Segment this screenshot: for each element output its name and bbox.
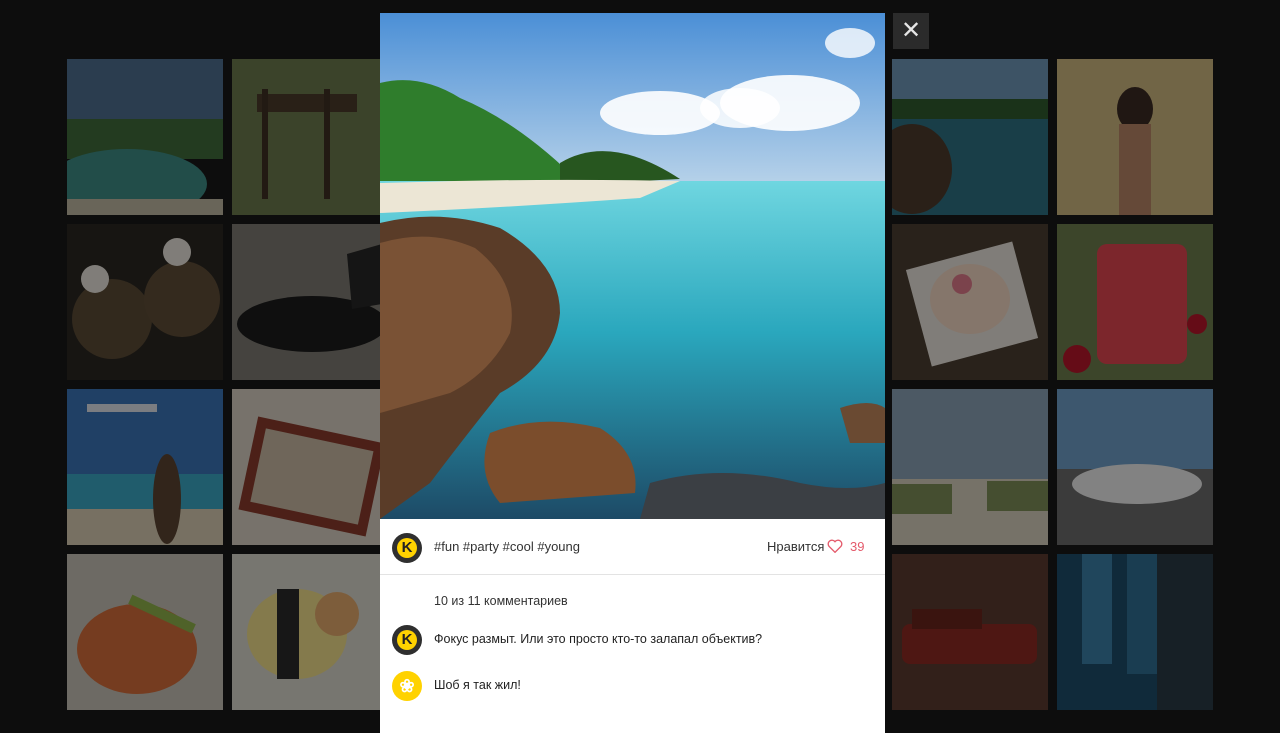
grid-photo-snowman-soup[interactable]	[67, 224, 223, 380]
comment-text: Фокус размыт. Или это просто кто-то зала…	[434, 632, 763, 646]
post-info-bar: K #fun #party #cool #young Нравится 39	[380, 519, 885, 575]
comment-item: K Фокус размыт. Или это просто кто-то за…	[380, 622, 885, 658]
like-label[interactable]: Нравится	[767, 539, 824, 554]
grid-photo-beach-lagoon[interactable]	[67, 59, 223, 215]
grid-photo-sushi-plate[interactable]	[67, 554, 223, 710]
comment-item: ❀ Шоб я так жил!	[380, 668, 885, 704]
like-count: 39	[850, 539, 865, 554]
grid-photo-cat-sushi[interactable]	[232, 554, 388, 710]
grid-photo-beach-sign[interactable]	[232, 59, 388, 215]
flower-icon: ❀	[399, 675, 415, 696]
comment-avatar[interactable]: ❀	[392, 671, 422, 701]
grid-photo-plane-beach[interactable]	[67, 389, 223, 545]
close-button[interactable]: ✕	[893, 13, 929, 49]
grid-photo-dessert[interactable]	[892, 224, 1048, 380]
k-logo-icon: K	[397, 630, 417, 650]
k-logo-icon: K	[397, 538, 417, 558]
author-avatar[interactable]: K	[392, 533, 422, 563]
grid-photo-white-car[interactable]	[1057, 389, 1213, 545]
grid-photo-legs-floor[interactable]	[1057, 554, 1213, 710]
grid-photo-dunes[interactable]	[892, 389, 1048, 545]
main-photo	[380, 13, 885, 519]
grid-photo-woman-camera[interactable]	[1057, 59, 1213, 215]
comment-avatar[interactable]: K	[392, 625, 422, 655]
post-tags[interactable]: #fun #party #cool #young	[434, 539, 580, 554]
grid-photo-coast-rocks[interactable]	[892, 59, 1048, 215]
grid-photo-pink-drink[interactable]	[1057, 224, 1213, 380]
comments-count[interactable]: 10 из 11 комментариев	[434, 594, 568, 608]
comment-text: Шоб я так жил!	[434, 678, 521, 692]
grid-photo-red-car[interactable]	[892, 554, 1048, 710]
heart-icon[interactable]	[827, 539, 843, 553]
grid-photo-tray[interactable]	[232, 389, 388, 545]
close-icon: ✕	[900, 17, 922, 44]
photo-modal: K #fun #party #cool #young Нравится 39 1…	[380, 13, 885, 733]
grid-photo-sports-car[interactable]	[232, 224, 388, 380]
